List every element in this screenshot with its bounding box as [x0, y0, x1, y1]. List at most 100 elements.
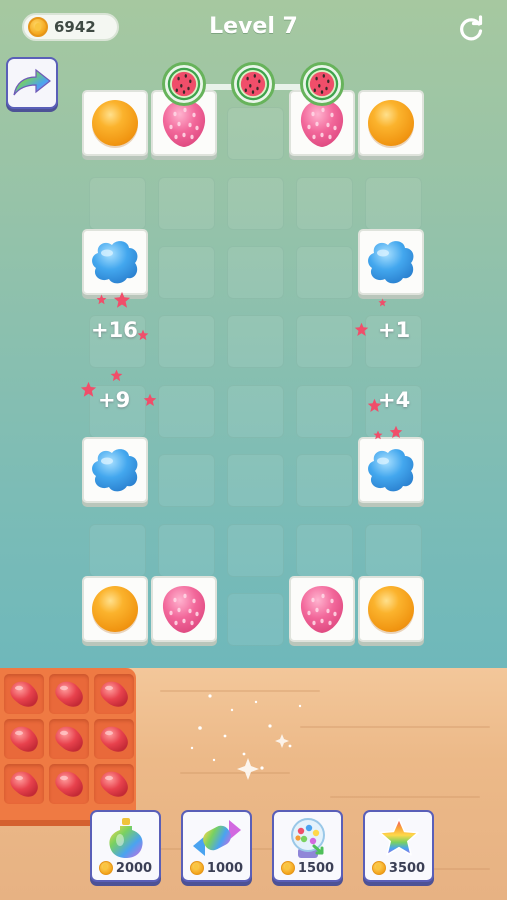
- board-cell: [296, 524, 353, 577]
- orange-icon: [368, 586, 414, 632]
- booster-gumball-machine-button[interactable]: 1500: [272, 810, 343, 882]
- star-sparkle-icon: [80, 381, 97, 398]
- booster-rainbow-candy-button[interactable]: 1000: [181, 810, 252, 882]
- coin-icon: [98, 861, 113, 875]
- rainbow-arrow-icon: [13, 68, 51, 96]
- watermelon-icon: [304, 66, 340, 102]
- star-sparkle-icon: [354, 322, 369, 337]
- board-cell: [296, 246, 353, 299]
- board-cell: [365, 524, 422, 577]
- board-cell: [227, 593, 284, 646]
- red-jelly-bean-icon: [6, 724, 42, 754]
- star-sparkle-icon: [373, 430, 383, 440]
- board-cell: [296, 315, 353, 368]
- tray-slot: [94, 764, 134, 804]
- restart-icon: [460, 15, 483, 41]
- booster-price: 3500: [388, 860, 426, 876]
- board-cell: [227, 524, 284, 577]
- tray-slot: [94, 674, 134, 714]
- strawberry-icon: [295, 582, 349, 636]
- booster-rainbow-potion-button[interactable]: 2000: [90, 810, 161, 882]
- board-cell: [227, 246, 284, 299]
- tile-blue-jelly[interactable]: [358, 437, 424, 503]
- tray-slot: [94, 719, 134, 759]
- board-cell: [296, 385, 353, 438]
- star-sparkle-icon: [389, 425, 403, 439]
- booster-price: 2000: [115, 860, 153, 876]
- booster-price: 1500: [297, 860, 335, 876]
- tray-slot: [49, 719, 89, 759]
- board-cell: [227, 177, 284, 230]
- collected-slot-2: [231, 62, 275, 106]
- score-popup: +1: [378, 318, 411, 342]
- board-cell: [158, 246, 215, 299]
- board-cell: [227, 315, 284, 368]
- score-popup: +9: [98, 388, 131, 412]
- tray-slot: [4, 764, 44, 804]
- rainbow-candy-icon: [192, 820, 241, 856]
- board-cell: [227, 107, 284, 160]
- star-sparkle-icon: [113, 291, 131, 309]
- board-cell: [89, 177, 146, 230]
- board-cell: [365, 177, 422, 230]
- candy-tray: [0, 668, 136, 820]
- tile-blue-jelly[interactable]: [82, 229, 148, 295]
- star-sparkle-icon: [137, 329, 149, 341]
- tile-orange[interactable]: [358, 90, 424, 156]
- tray-slot: [49, 674, 89, 714]
- orange-icon: [92, 586, 138, 632]
- blue-jelly-icon: [88, 445, 142, 495]
- red-jelly-bean-icon: [96, 724, 132, 754]
- watermelon-icon: [235, 66, 271, 102]
- board-cell: [158, 385, 215, 438]
- red-jelly-bean-icon: [96, 679, 132, 709]
- score-popup: +4: [378, 388, 411, 412]
- sparkle-dust: [190, 694, 302, 780]
- booster-rainbow-star-button[interactable]: 3500: [363, 810, 434, 882]
- rainbow-star-icon: [378, 818, 419, 856]
- coin-icon: [280, 861, 295, 875]
- star-sparkle-icon: [96, 294, 107, 305]
- blue-jelly-icon: [364, 237, 418, 287]
- red-jelly-bean-icon: [6, 679, 42, 709]
- star-sparkle-icon: [378, 298, 387, 307]
- tile-orange[interactable]: [82, 576, 148, 642]
- score-popup: +16: [91, 318, 138, 342]
- tile-blue-jelly[interactable]: [82, 437, 148, 503]
- blue-jelly-icon: [88, 237, 142, 287]
- collected-slot-3: [300, 62, 344, 106]
- undo-button[interactable]: [6, 57, 58, 109]
- tile-orange[interactable]: [358, 576, 424, 642]
- level-title: Level 7: [209, 14, 298, 39]
- tray-slot: [4, 674, 44, 714]
- booster-price: 1000: [206, 860, 244, 876]
- strawberry-icon: [157, 582, 211, 636]
- gumball-machine-icon: [290, 818, 325, 858]
- board-cell: [227, 454, 284, 507]
- coin-icon: [189, 861, 204, 875]
- board-cell: [89, 524, 146, 577]
- watermelon-icon: [166, 66, 202, 102]
- orange-icon: [92, 100, 138, 146]
- rainbow-potion-icon: [108, 818, 143, 858]
- board-cell: [158, 524, 215, 577]
- red-jelly-bean-icon: [51, 724, 87, 754]
- red-jelly-bean-icon: [6, 769, 42, 799]
- tile-blue-jelly[interactable]: [358, 229, 424, 295]
- tile-orange[interactable]: [82, 90, 148, 156]
- blue-jelly-icon: [364, 445, 418, 495]
- board-cell: [296, 177, 353, 230]
- tray-slot: [4, 719, 44, 759]
- tile-strawberry[interactable]: [151, 576, 217, 642]
- board-cell: [227, 385, 284, 438]
- star-sparkle-icon: [367, 398, 382, 413]
- restart-button[interactable]: [456, 14, 486, 44]
- collected-slot-1: [162, 62, 206, 106]
- coin-icon: [371, 861, 386, 875]
- red-jelly-bean-icon: [51, 679, 87, 709]
- red-jelly-bean-icon: [51, 769, 87, 799]
- tile-strawberry[interactable]: [289, 576, 355, 642]
- star-sparkle-icon: [143, 393, 157, 407]
- tray-slot: [49, 764, 89, 804]
- board-cell: [158, 454, 215, 507]
